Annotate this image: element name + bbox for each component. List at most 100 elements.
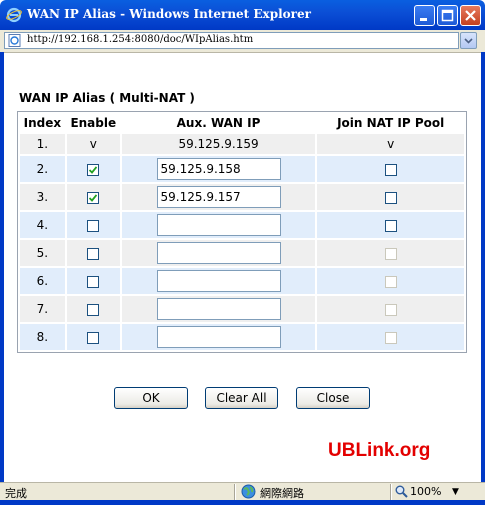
row-enable-cell bbox=[66, 324, 120, 350]
row-primary-ip: 59.125.9.159 bbox=[121, 134, 316, 154]
row-join-static: v bbox=[317, 134, 464, 154]
row-index: 5. bbox=[20, 240, 65, 266]
status-separator bbox=[234, 484, 236, 500]
join-nat-pool-checkbox[interactable] bbox=[384, 219, 397, 232]
aux-wan-ip-input[interactable] bbox=[156, 214, 281, 236]
zoom-level[interactable]: 100% bbox=[410, 485, 441, 498]
row-ip-cell bbox=[121, 184, 316, 210]
header-aux-wan-ip: Aux. WAN IP bbox=[121, 114, 316, 132]
row-enable-cell bbox=[66, 240, 120, 266]
aux-wan-ip-input[interactable] bbox=[156, 242, 281, 264]
row-ip-cell bbox=[121, 156, 316, 182]
row-ip-cell bbox=[121, 296, 316, 322]
address-field[interactable]: http://192.168.1.254:8080/doc/WIpAlias.h… bbox=[4, 32, 459, 49]
table-row: 1. v 59.125.9.159 v bbox=[20, 134, 464, 154]
close-button[interactable]: Close bbox=[296, 387, 370, 409]
row-index: 6. bbox=[20, 268, 65, 294]
row-enable-cell bbox=[66, 156, 120, 182]
magnifier-icon[interactable] bbox=[395, 485, 408, 498]
window-title: WAN IP Alias - Windows Internet Explorer bbox=[27, 7, 311, 21]
row-index: 4. bbox=[20, 212, 65, 238]
row-ip-cell bbox=[121, 324, 316, 350]
enable-checkbox[interactable] bbox=[87, 191, 100, 204]
row-ip-cell bbox=[121, 212, 316, 238]
join-nat-pool-checkbox bbox=[384, 331, 397, 344]
page-title: WAN IP Alias ( Multi-NAT ) bbox=[19, 91, 195, 105]
status-bar: 完成 網際網路 100% ▼ bbox=[0, 482, 485, 501]
maximize-button[interactable] bbox=[437, 5, 458, 26]
aux-wan-ip-input[interactable] bbox=[156, 298, 281, 320]
title-bar: WAN IP Alias - Windows Internet Explorer bbox=[0, 0, 485, 30]
join-nat-pool-checkbox bbox=[384, 303, 397, 316]
join-nat-pool-checkbox bbox=[384, 247, 397, 260]
aux-wan-ip-input[interactable] bbox=[156, 326, 281, 348]
header-enable: Enable bbox=[66, 114, 120, 132]
status-text: 完成 bbox=[5, 487, 27, 500]
aux-wan-ip-input[interactable] bbox=[156, 270, 281, 292]
row-join-cell bbox=[317, 324, 464, 350]
enable-checkbox[interactable] bbox=[87, 247, 100, 260]
row-join-cell bbox=[317, 296, 464, 322]
minimize-button[interactable] bbox=[414, 5, 435, 26]
watermark: UBLink.org bbox=[328, 440, 431, 461]
window-frame-right bbox=[481, 52, 485, 482]
join-nat-pool-checkbox bbox=[384, 275, 397, 288]
table-row: 3. bbox=[20, 184, 464, 210]
zoom-dropdown-icon[interactable]: ▼ bbox=[452, 487, 459, 497]
maximize-icon bbox=[441, 9, 454, 22]
alias-rows: 2.3.4.5.6.7.8. bbox=[20, 156, 464, 350]
row-enable-static: v bbox=[66, 134, 120, 154]
minimize-icon bbox=[420, 18, 427, 21]
ie-icon bbox=[6, 7, 22, 23]
row-index: 1. bbox=[20, 134, 65, 154]
join-nat-pool-checkbox[interactable] bbox=[384, 163, 397, 176]
row-enable-cell bbox=[66, 296, 120, 322]
clear-all-button[interactable]: Clear All bbox=[205, 387, 278, 409]
table-row: 5. bbox=[20, 240, 464, 266]
status-separator bbox=[390, 484, 392, 500]
enable-checkbox[interactable] bbox=[87, 163, 100, 176]
table-row: 6. bbox=[20, 268, 464, 294]
table-header-row: Index Enable Aux. WAN IP Join NAT IP Poo… bbox=[20, 114, 464, 132]
aux-wan-ip-input[interactable] bbox=[156, 158, 281, 180]
enable-checkbox[interactable] bbox=[87, 331, 100, 344]
chevron-down-icon bbox=[464, 38, 473, 44]
table-row: 4. bbox=[20, 212, 464, 238]
address-bar: http://192.168.1.254:8080/doc/WIpAlias.h… bbox=[0, 30, 485, 53]
security-zone: 網際網路 bbox=[260, 487, 304, 500]
row-join-cell bbox=[317, 184, 464, 210]
ok-button[interactable]: OK bbox=[114, 387, 188, 409]
row-ip-cell bbox=[121, 268, 316, 294]
row-index: 7. bbox=[20, 296, 65, 322]
wan-ip-alias-table: Index Enable Aux. WAN IP Join NAT IP Poo… bbox=[17, 111, 467, 353]
row-ip-cell bbox=[121, 240, 316, 266]
window-frame-left bbox=[0, 52, 4, 482]
enable-checkbox[interactable] bbox=[87, 303, 100, 316]
address-dropdown-button[interactable] bbox=[460, 32, 477, 49]
table-row: 2. bbox=[20, 156, 464, 182]
row-join-cell bbox=[317, 268, 464, 294]
table-row: 7. bbox=[20, 296, 464, 322]
row-join-cell bbox=[317, 156, 464, 182]
window-frame-bottom bbox=[0, 500, 485, 505]
row-index: 8. bbox=[20, 324, 65, 350]
row-enable-cell bbox=[66, 268, 120, 294]
row-enable-cell bbox=[66, 212, 120, 238]
table-row: 8. bbox=[20, 324, 464, 350]
row-index: 3. bbox=[20, 184, 65, 210]
aux-wan-ip-input[interactable] bbox=[156, 186, 281, 208]
enable-checkbox[interactable] bbox=[87, 275, 100, 288]
header-join-nat-ip-pool: Join NAT IP Pool bbox=[317, 114, 464, 132]
row-join-cell bbox=[317, 212, 464, 238]
enable-checkbox[interactable] bbox=[87, 219, 100, 232]
row-join-cell bbox=[317, 240, 464, 266]
close-icon bbox=[465, 10, 476, 21]
row-index: 2. bbox=[20, 156, 65, 182]
globe-icon bbox=[241, 484, 256, 499]
close-window-button[interactable] bbox=[460, 5, 481, 26]
address-text: http://192.168.1.254:8080/doc/WIpAlias.h… bbox=[27, 34, 254, 45]
header-index: Index bbox=[20, 114, 65, 132]
page-icon bbox=[8, 34, 21, 47]
row-enable-cell bbox=[66, 184, 120, 210]
join-nat-pool-checkbox[interactable] bbox=[384, 191, 397, 204]
